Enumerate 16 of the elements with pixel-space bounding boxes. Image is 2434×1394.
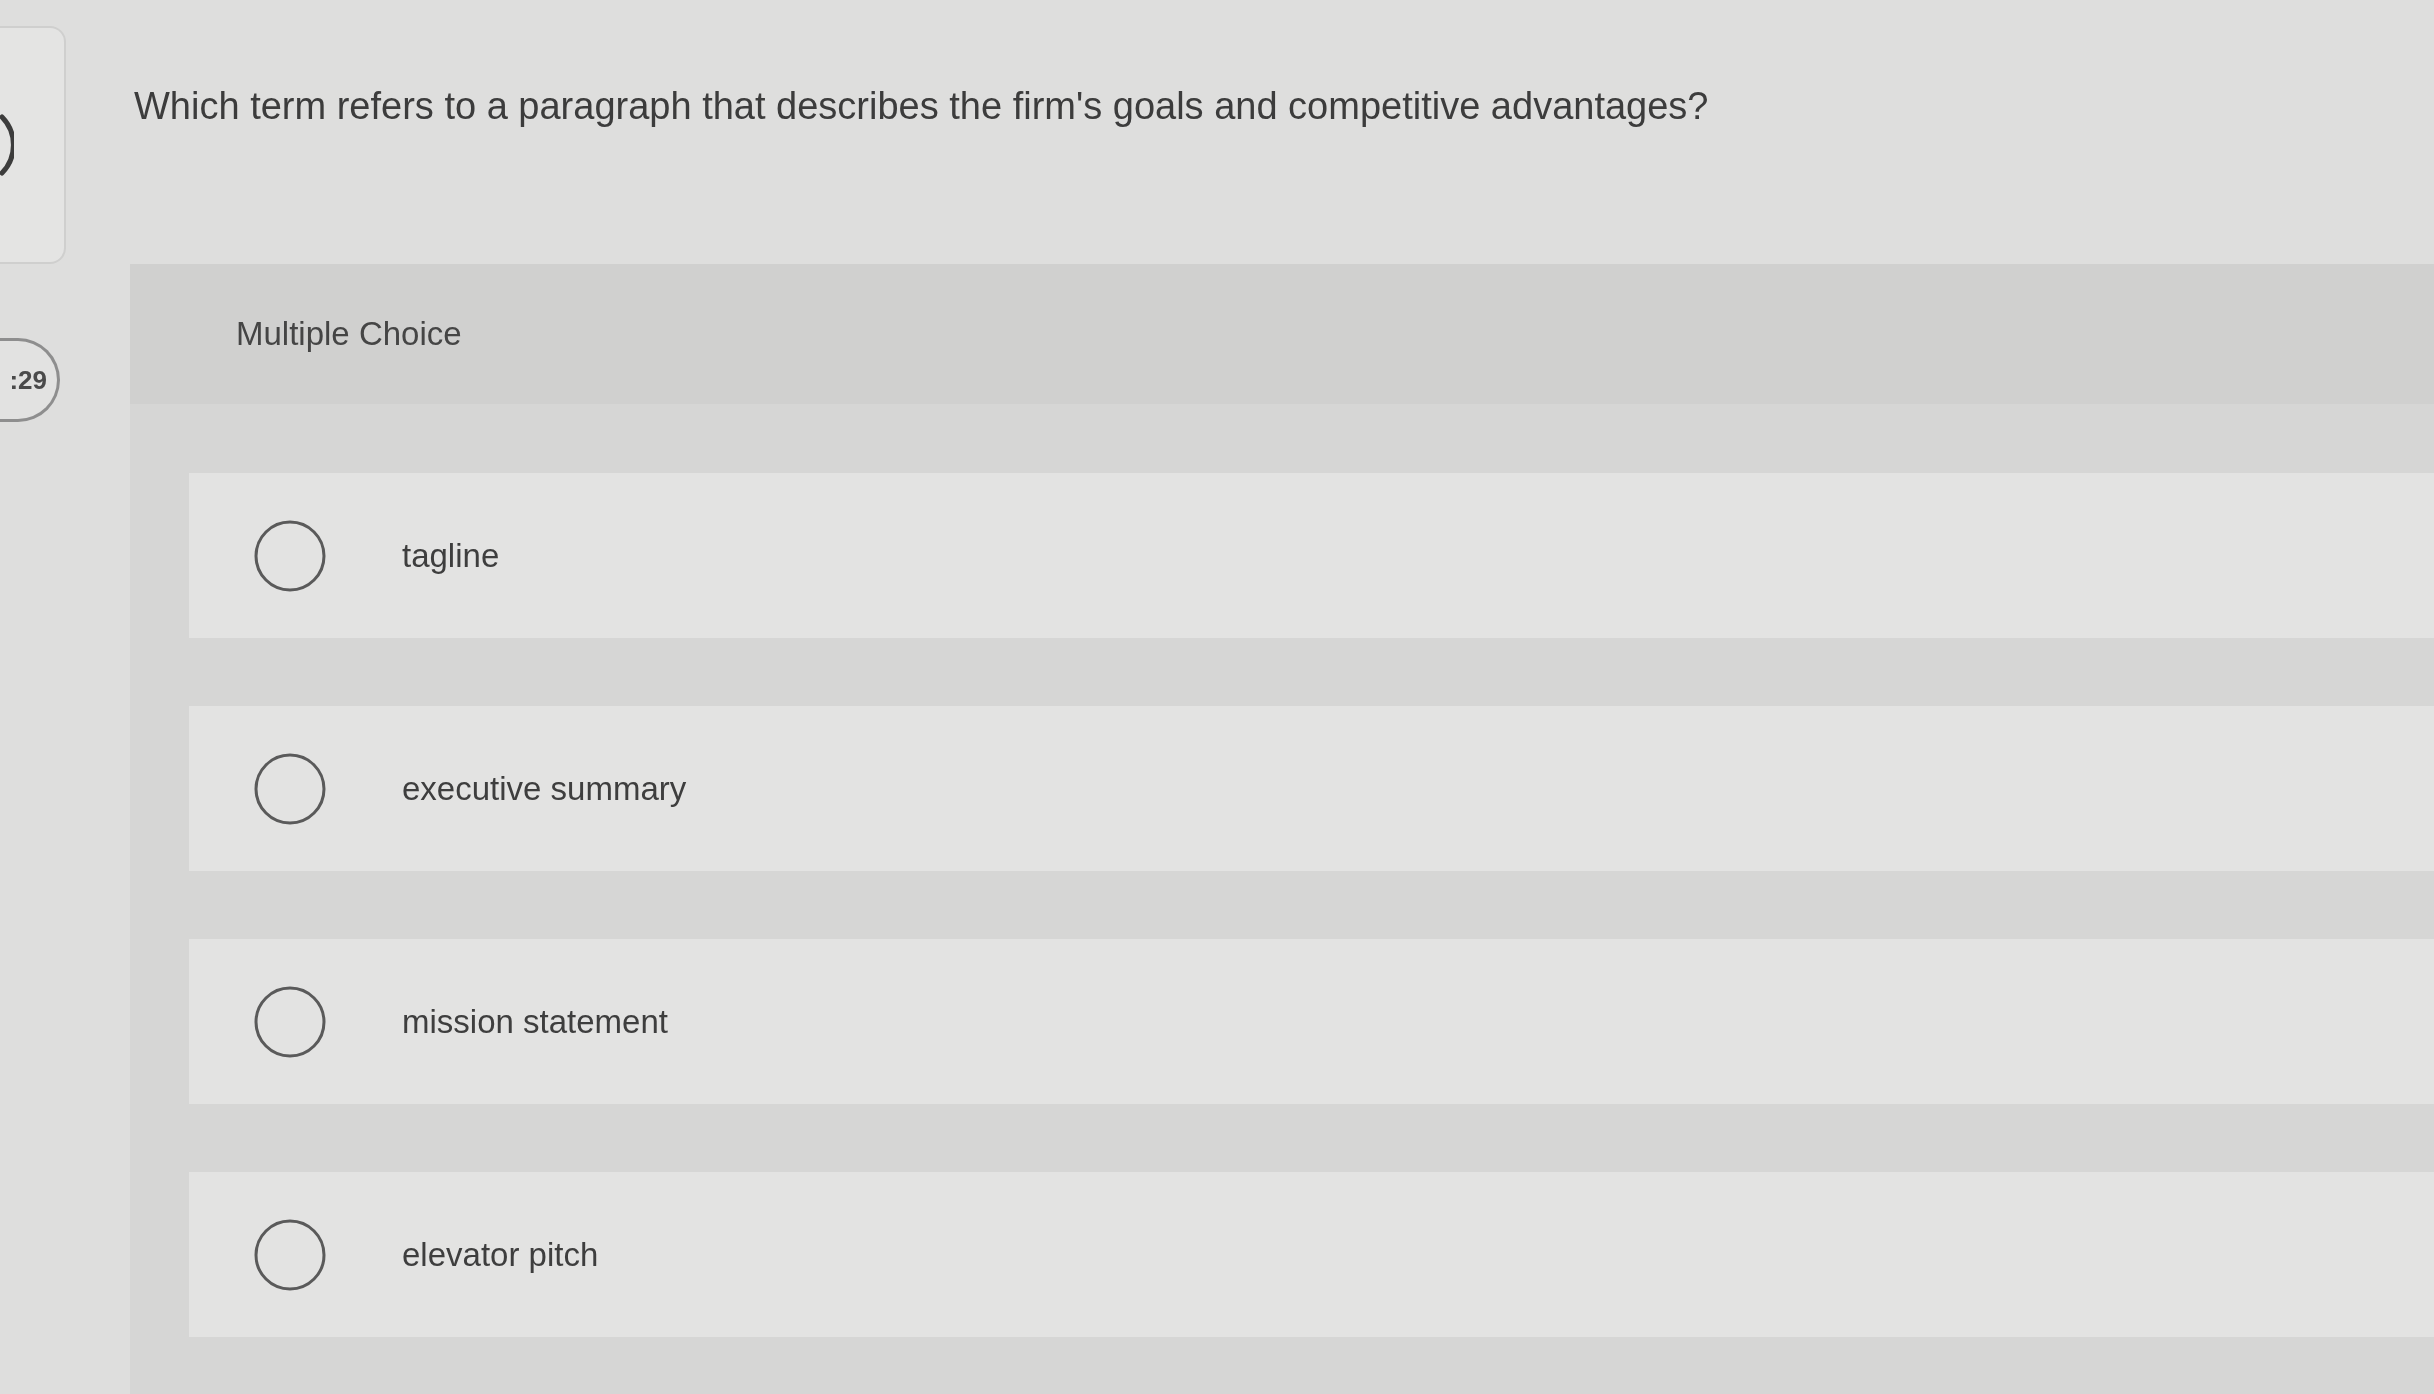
option-label: elevator pitch bbox=[402, 1235, 599, 1274]
answer-option[interactable]: tagline bbox=[189, 473, 2434, 638]
radio-button-icon[interactable] bbox=[254, 985, 326, 1058]
answer-option[interactable]: executive summary bbox=[189, 706, 2434, 871]
answer-option[interactable]: mission statement bbox=[189, 939, 2434, 1104]
option-label: executive summary bbox=[402, 769, 687, 808]
radio-button-icon[interactable] bbox=[254, 752, 326, 825]
radio-button-icon[interactable] bbox=[254, 519, 326, 592]
ring-icon bbox=[0, 114, 14, 176]
radio-button-icon[interactable] bbox=[254, 1218, 326, 1291]
question-type-label: Multiple Choice bbox=[236, 315, 462, 353]
timer-pill: :29 bbox=[0, 338, 60, 422]
option-label: tagline bbox=[402, 536, 500, 575]
question-text: Which term refers to a paragraph that describes the firm's goals and competitive advantages? bbox=[133, 84, 1710, 129]
answer-option[interactable]: elevator pitch bbox=[189, 1172, 2434, 1337]
option-label: mission statement bbox=[402, 1002, 668, 1041]
